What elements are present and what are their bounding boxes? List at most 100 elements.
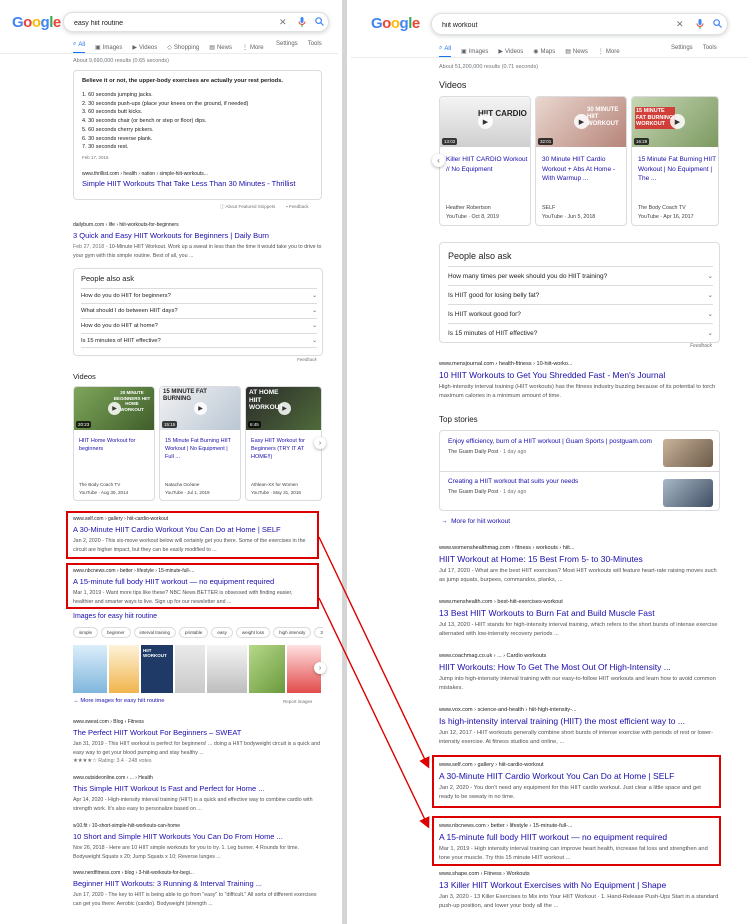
story-thumbnail[interactable] [663, 439, 713, 467]
result-title-link[interactable]: HIIT Workout at Home: 15 Best From 5- to… [439, 554, 724, 564]
paa-heading: People also ask [81, 274, 134, 283]
paa-item[interactable]: Is 15 minutes of HIIT effective? ⌄ [448, 323, 713, 342]
video-card[interactable]: HIIT CARDIO ▶ 13:02 Killer HIIT CARDIO W… [439, 96, 531, 226]
video-meta: YouTube · Apr 16, 2017 [638, 214, 694, 220]
tools-link[interactable]: Tools [308, 41, 322, 47]
video-title: Easy HIIT Workout for Beginners (TRY IT … [251, 438, 305, 460]
image-thumbnail[interactable] [73, 645, 107, 693]
search-icon[interactable] [713, 19, 722, 30]
paa-item[interactable]: Is HIIT good for losing belly fat? ⌄ [448, 285, 713, 304]
result-url[interactable]: www.nerdfitness.com › blog › 3-hiit-work… [73, 870, 323, 876]
image-thumbnail[interactable] [175, 645, 205, 693]
video-thumbnail: AT HOME HIIT WORKOUT ▶ 6:45 [246, 387, 321, 430]
video-channel: Natacha Océane [165, 482, 200, 487]
report-images-link[interactable]: Report images [283, 699, 312, 704]
paa-heading: People also ask [448, 251, 512, 261]
mic-icon[interactable] [696, 19, 704, 31]
paa-item[interactable]: Is 15 minutes of HIIT effective? ⌄ [81, 333, 317, 348]
result-title-link[interactable]: HIIT Workouts: How To Get The Most Out O… [439, 662, 724, 672]
image-thumbnail[interactable] [207, 645, 247, 693]
result-url[interactable]: www.mensjournal.com › health-fitness › 1… [439, 361, 724, 367]
chevron-right-icon[interactable]: › [314, 662, 326, 674]
image-thumbnail[interactable]: HIIT WORKOUT [141, 645, 173, 693]
right-search-page: Google ✕ ⌕All ▣Images ▶Videos ◉Maps ▤New… [351, 0, 748, 924]
paa-item[interactable]: What should I do between HIIT days? ⌄ [81, 303, 317, 318]
result-stats: About 9,690,000 results (0.65 seconds) [73, 58, 170, 64]
featured-date: Feb 17, 2016 [82, 155, 109, 160]
tools-link[interactable]: Tools [703, 45, 717, 51]
paa-item[interactable]: How many times per week should you do HI… [448, 266, 713, 285]
highlight-box [432, 816, 721, 866]
news-icon: ▤ [565, 49, 571, 55]
feedback-link[interactable]: ▪ Feedback [286, 204, 309, 209]
result-title-link[interactable]: 10 HIIT Workouts to Get You Shredded Fas… [439, 370, 724, 380]
video-card[interactable]: 15 MINUTE FAT BURNING WORKOUT ▶ 16:29 15… [631, 96, 719, 226]
result-title-link[interactable]: 13 Killer HIIT Workout Exercises with No… [439, 880, 724, 890]
result-url[interactable]: www.menshealth.com › best-hiit-exercises… [439, 599, 724, 605]
feedback-link[interactable]: Feedback [690, 343, 712, 349]
result-url[interactable]: w10.fit › 10-short-simple-hiit-workouts-… [73, 823, 323, 829]
chip[interactable]: high intensity [273, 627, 312, 638]
google-logo[interactable]: Google [12, 14, 61, 31]
chevron-down-icon: ⌄ [312, 293, 317, 299]
mic-icon[interactable] [298, 17, 306, 29]
featured-title-link[interactable]: Simple HIIT Workouts That Take Less Than… [82, 179, 318, 188]
more-stories-link[interactable]: → More for hiit workout [441, 518, 510, 525]
result-url[interactable]: www.womenshealthmag.com › fitness › work… [439, 545, 724, 551]
search-input[interactable] [74, 17, 264, 29]
featured-url[interactable]: www.thrillist.com › health › nation › si… [82, 171, 312, 177]
divider [0, 53, 338, 54]
result-url[interactable]: www.sweat.com › Blog › Fitness [73, 719, 323, 725]
result-title-link[interactable]: The Perfect HIIT Workout For Beginners –… [73, 728, 323, 737]
paa-item[interactable]: How do you do HIIT at home? ⌄ [81, 318, 317, 333]
images-heading-link[interactable]: Images for easy hiit routine [73, 613, 157, 620]
settings-link[interactable]: Settings [276, 41, 298, 47]
chip[interactable]: printable [179, 627, 209, 638]
result-url[interactable]: dailyburn.com › life › hiit-workouts-for… [73, 222, 323, 228]
chevron-left-icon[interactable]: ‹ [432, 154, 445, 167]
video-card[interactable]: 15 MINUTE FAT BURNING ▶ 15:15 15 Minute … [159, 386, 241, 501]
chevron-right-icon[interactable]: › [314, 437, 326, 449]
paa-item[interactable]: How do you do HIIT for beginners? ⌄ [81, 288, 317, 303]
chip[interactable]: easy [211, 627, 233, 638]
videos-heading: Videos [439, 80, 467, 90]
image-thumbnail[interactable] [249, 645, 285, 693]
close-icon[interactable]: ✕ [279, 18, 287, 27]
video-card[interactable]: AT HOME HIIT WORKOUT ▶ 6:45 Easy HIIT Wo… [245, 386, 322, 501]
search-input[interactable] [442, 19, 652, 31]
story-title: Enjoy efficiency, burn of a HIIT workout… [448, 438, 652, 445]
chip[interactable]: 30 minu... [314, 627, 323, 638]
result-title-link[interactable]: 3 Quick and Easy HIIT Workouts for Begin… [73, 231, 323, 240]
paa-item[interactable]: Is HIIT workout good for? ⌄ [448, 304, 713, 323]
result-title-link[interactable]: Beginner HIIT Workouts: 3 Running & Inte… [73, 879, 323, 888]
about-featured-link[interactable]: ⓘ About Featured Snippets [220, 204, 275, 210]
feedback-link[interactable]: Feedback [297, 357, 317, 362]
search-icon[interactable] [315, 17, 324, 28]
story-card[interactable]: Creating a HIIT workout that suits your … [448, 477, 653, 495]
close-icon[interactable]: ✕ [676, 20, 684, 29]
tools-bar: Settings Tools [671, 45, 717, 51]
chip[interactable]: weight loss [235, 627, 271, 638]
video-card[interactable]: 20 MINUTE BEGINNERS HIIT HOME WORKOUT ▶ … [73, 386, 155, 501]
story-card[interactable]: Enjoy efficiency, burn of a HIIT workout… [448, 437, 653, 455]
chip[interactable]: beginner [101, 627, 131, 638]
paa-list: How do you do HIIT for beginners? ⌄ What … [81, 288, 317, 348]
result-title-link[interactable]: This Simple HIIT Workout Is Fast and Per… [73, 784, 323, 793]
video-card[interactable]: 30 MINUTE HIIT WORKOUT ▶ 32:01 30 Minute… [535, 96, 627, 226]
result-url[interactable]: www.outsideonline.com › ... › Health [73, 775, 323, 781]
result-url[interactable]: www.shape.com › Fitness › Workouts [439, 871, 724, 877]
settings-link[interactable]: Settings [671, 45, 693, 51]
chip[interactable]: interval training [133, 627, 177, 638]
google-logo[interactable]: Google [371, 15, 420, 32]
result-title-link[interactable]: Is high-intensity interval training (HII… [439, 716, 724, 726]
chip[interactable]: simple [73, 627, 99, 638]
search-result: www.menshealth.com › best-hiit-exercises… [439, 599, 724, 639]
result-title-link[interactable]: 13 Best HIIT Workouts to Burn Fat and Bu… [439, 608, 724, 618]
result-url[interactable]: www.coachmag.co.uk › ... › Cardio workou… [439, 653, 724, 659]
more-images-link[interactable]: → More images for easy hiit routine [73, 698, 165, 704]
result-title-link[interactable]: 10 Short and Simple HIIT Workouts You Ca… [73, 832, 323, 841]
result-url[interactable]: www.vox.com › science-and-health › hiit-… [439, 707, 724, 713]
story-thumbnail[interactable] [663, 479, 713, 507]
video-title: HIIT Home Workout for beginners [79, 438, 136, 452]
image-thumbnail[interactable] [109, 645, 139, 693]
